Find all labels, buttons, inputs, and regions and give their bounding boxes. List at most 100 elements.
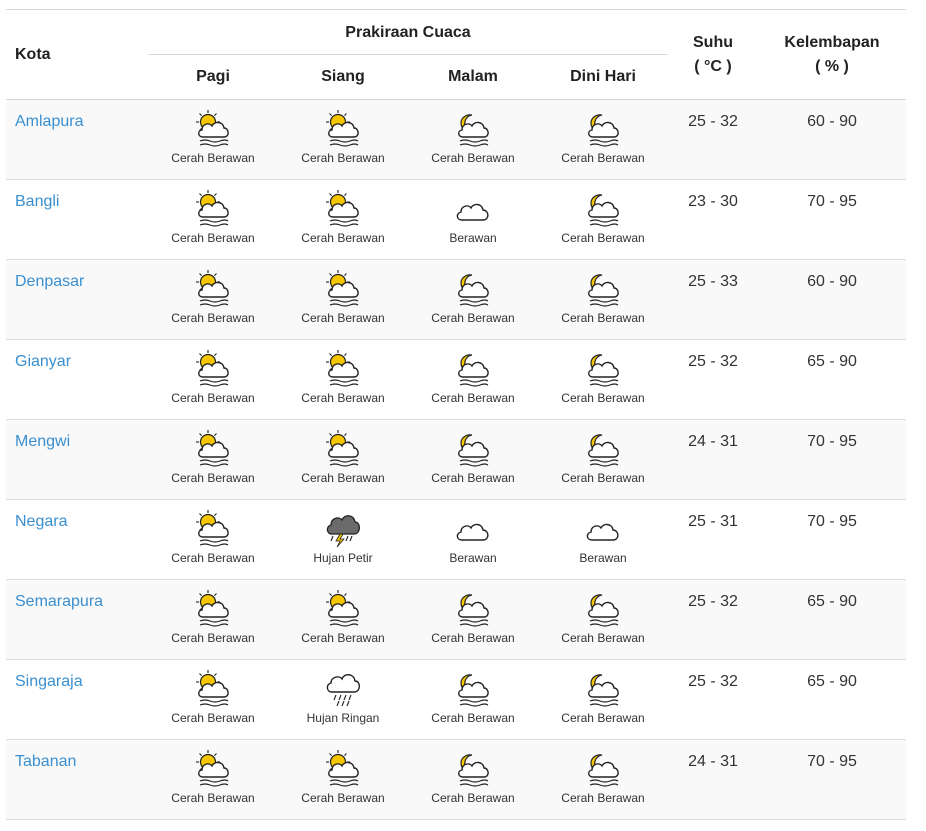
moon-cloud-icon <box>453 590 493 628</box>
forecast-cell-siang: Hujan Ringan <box>278 659 408 740</box>
table-row: Mengwi Cerah Berawan Cerah Berawan Cerah Be… <box>6 419 906 500</box>
weather-label: Cerah Berawan <box>301 471 385 485</box>
table-row: Denpasar Cerah Berawan Cerah Berawan Cerah … <box>6 259 906 340</box>
header-suhu-label: Suhu <box>693 33 733 51</box>
humidity-cell: 65 - 90 <box>758 579 906 660</box>
city-cell: Tabanan <box>6 739 148 820</box>
forecast-cell-siang: Cerah Berawan <box>278 99 408 180</box>
table-row: Negara Cerah Berawan Hujan Petir Berawan Ber… <box>6 499 906 580</box>
weather-label: Cerah Berawan <box>301 231 385 245</box>
moon-cloud-icon <box>583 430 623 468</box>
sun-cloud-icon <box>323 350 363 388</box>
forecast-cell-pagi: Cerah Berawan <box>148 499 278 580</box>
humidity-cell: 70 - 95 <box>758 419 906 500</box>
sun-cloud-icon <box>193 270 233 308</box>
sun-cloud-icon <box>193 430 233 468</box>
city-link[interactable]: Semarapura <box>15 593 103 610</box>
forecast-cell-dini-hari: Cerah Berawan <box>538 99 668 180</box>
forecast-cell-siang: Cerah Berawan <box>278 339 408 420</box>
sun-cloud-icon <box>193 350 233 388</box>
header-suhu: Suhu ( °C ) <box>668 10 758 100</box>
header-kelembapan: Kelembapan ( % ) <box>758 10 906 100</box>
forecast-cell-pagi: Cerah Berawan <box>148 259 278 340</box>
city-link[interactable]: Tabanan <box>15 753 76 770</box>
weather-label: Cerah Berawan <box>171 711 255 725</box>
temperature-cell: 24 - 31 <box>668 739 758 820</box>
weather-label: Cerah Berawan <box>171 791 255 805</box>
weather-label: Cerah Berawan <box>301 311 385 325</box>
moon-cloud-icon <box>583 590 623 628</box>
weather-label: Cerah Berawan <box>171 231 255 245</box>
cloud-icon <box>453 510 493 548</box>
moon-cloud-icon <box>583 190 623 228</box>
weather-label: Cerah Berawan <box>561 391 645 405</box>
table-row: Gianyar Cerah Berawan Cerah Berawan Cerah B… <box>6 339 906 420</box>
forecast-cell-malam: Cerah Berawan <box>408 739 538 820</box>
weather-label: Cerah Berawan <box>171 471 255 485</box>
city-link[interactable]: Amlapura <box>15 113 83 130</box>
weather-label: Cerah Berawan <box>431 391 515 405</box>
weather-label: Hujan Ringan <box>306 711 380 725</box>
city-cell: Denpasar <box>6 259 148 340</box>
city-link[interactable]: Negara <box>15 513 67 530</box>
sun-cloud-icon <box>193 750 233 788</box>
moon-cloud-icon <box>453 270 493 308</box>
forecast-cell-siang: Hujan Petir <box>278 499 408 580</box>
humidity-cell: 70 - 95 <box>758 179 906 260</box>
header-forecast-group-label: Prakiraan Cuaca <box>345 23 471 41</box>
city-link[interactable]: Denpasar <box>15 273 84 290</box>
sun-cloud-icon <box>193 190 233 228</box>
header-kelembapan-label: Kelembapan <box>784 33 880 51</box>
forecast-cell-dini-hari: Cerah Berawan <box>538 339 668 420</box>
sun-cloud-icon <box>323 430 363 468</box>
city-link[interactable]: Singaraja <box>15 673 83 690</box>
header-forecast-group: Prakiraan Cuaca <box>148 10 668 55</box>
forecast-table: Kota Prakiraan Cuaca Suhu ( °C ) Kelemba… <box>6 9 906 820</box>
weather-label: Cerah Berawan <box>561 231 645 245</box>
city-cell: Semarapura <box>6 579 148 660</box>
forecast-cell-malam: Cerah Berawan <box>408 259 538 340</box>
humidity-cell: 65 - 90 <box>758 339 906 420</box>
forecast-cell-pagi: Cerah Berawan <box>148 579 278 660</box>
temperature-cell: 25 - 32 <box>668 579 758 660</box>
city-link[interactable]: Bangli <box>15 193 59 210</box>
temperature-cell: 25 - 31 <box>668 499 758 580</box>
sun-cloud-icon <box>323 590 363 628</box>
rain-cloud-icon <box>323 670 363 708</box>
cloud-icon <box>583 510 623 548</box>
weather-label: Cerah Berawan <box>561 151 645 165</box>
moon-cloud-icon <box>453 670 493 708</box>
weather-label: Berawan <box>449 231 497 245</box>
forecast-cell-siang: Cerah Berawan <box>278 419 408 500</box>
moon-cloud-icon <box>583 670 623 708</box>
temperature-cell: 25 - 32 <box>668 659 758 740</box>
weather-label: Cerah Berawan <box>171 311 255 325</box>
city-link[interactable]: Mengwi <box>15 433 70 450</box>
weather-label: Cerah Berawan <box>561 311 645 325</box>
weather-label: Cerah Berawan <box>301 391 385 405</box>
moon-cloud-icon <box>583 750 623 788</box>
weather-label: Cerah Berawan <box>171 631 255 645</box>
humidity-cell: 70 - 95 <box>758 499 906 580</box>
weather-label: Cerah Berawan <box>301 631 385 645</box>
header-group-divider <box>148 54 668 55</box>
table-row: Bangli Cerah Berawan Cerah Berawan Berawan C… <box>6 179 906 260</box>
forecast-cell-siang: Cerah Berawan <box>278 739 408 820</box>
humidity-cell: 65 - 90 <box>758 659 906 740</box>
forecast-cell-dini-hari: Cerah Berawan <box>538 659 668 740</box>
weather-label: Cerah Berawan <box>301 151 385 165</box>
city-link[interactable]: Gianyar <box>15 353 71 370</box>
city-cell: Mengwi <box>6 419 148 500</box>
temperature-cell: 25 - 32 <box>668 339 758 420</box>
weather-label: Cerah Berawan <box>431 631 515 645</box>
forecast-cell-siang: Cerah Berawan <box>278 579 408 660</box>
sun-cloud-icon <box>323 750 363 788</box>
city-cell: Gianyar <box>6 339 148 420</box>
table-row: Tabanan Cerah Berawan Cerah Berawan Cerah B… <box>6 739 906 820</box>
forecast-cell-malam: Cerah Berawan <box>408 99 538 180</box>
moon-cloud-icon <box>583 110 623 148</box>
weather-label: Cerah Berawan <box>171 551 255 565</box>
forecast-cell-dini-hari: Cerah Berawan <box>538 739 668 820</box>
forecast-cell-pagi: Cerah Berawan <box>148 419 278 500</box>
weather-label: Hujan Petir <box>313 551 373 565</box>
